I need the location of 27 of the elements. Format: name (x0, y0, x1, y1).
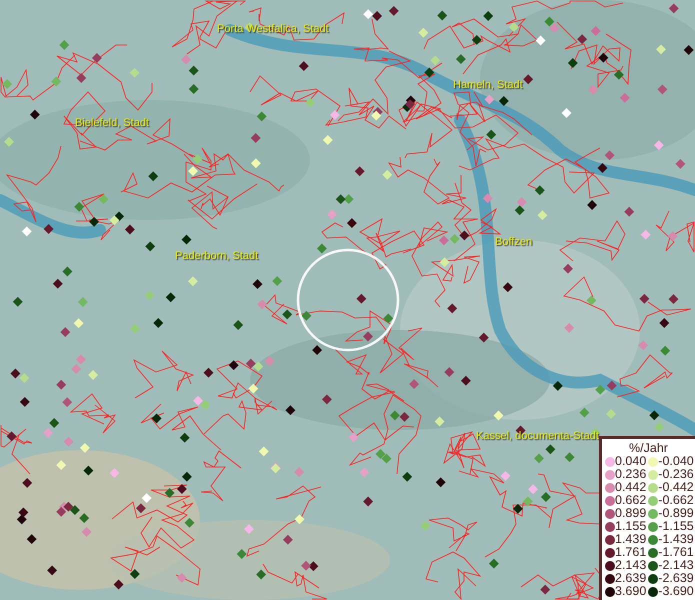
legend-value: -1.439 (658, 533, 694, 546)
legend-value: -1.761 (658, 546, 694, 559)
legend-value: 0.662 (615, 494, 646, 507)
legend-value: 0.236 (615, 468, 646, 481)
legend-value: -0.662 (658, 494, 694, 507)
legend-title: %/Jahr (628, 441, 669, 455)
legend-value: -2.639 (658, 572, 694, 585)
legend-value: 1.761 (615, 546, 646, 559)
legend-value: 0.899 (615, 507, 646, 520)
legend-value: -0.236 (658, 468, 694, 481)
legend-value: 2.639 (615, 572, 646, 585)
place-label: Boffzen (495, 237, 532, 248)
legend-value: 1.155 (615, 520, 646, 533)
place-label: Paderborn, Stadt (175, 251, 258, 262)
legend-value: -0.442 (658, 481, 694, 494)
legend-value: 3.690 (615, 585, 646, 598)
legend-value: -0.899 (658, 507, 694, 520)
legend-value: -3.690 (658, 585, 694, 598)
legend-value: 1.439 (615, 533, 646, 546)
place-label: Hameln, Stadt (453, 80, 523, 91)
place-label: Kassel, documenta-Stadt (476, 431, 599, 442)
legend-value: -0.040 (658, 455, 694, 468)
legend-value: 0.040 (615, 455, 646, 468)
legend-value: 2.143 (615, 559, 646, 572)
legend-value: 0.442 (615, 481, 646, 494)
legend-value: -2.143 (658, 559, 694, 572)
legend-value: -1.155 (658, 520, 694, 533)
